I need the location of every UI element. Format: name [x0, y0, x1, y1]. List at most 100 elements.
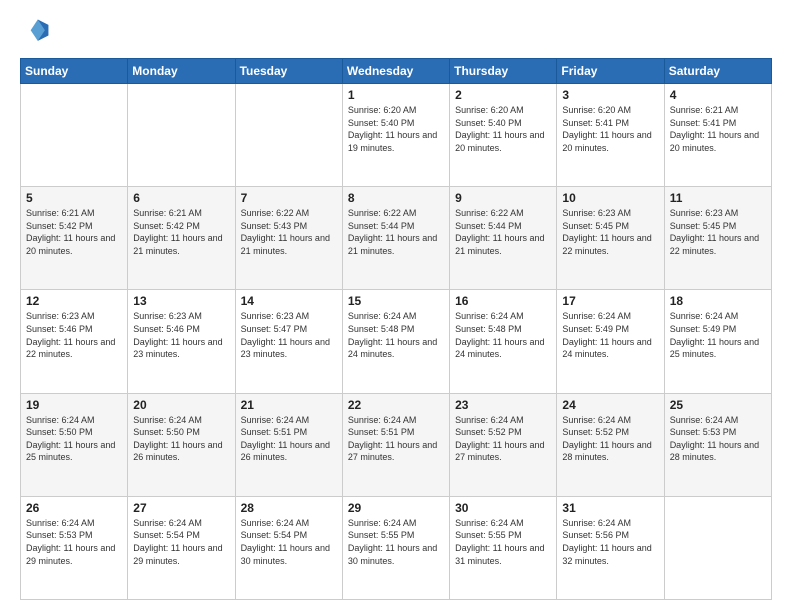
day-number: 18: [670, 294, 766, 308]
day-info: Sunrise: 6:24 AMSunset: 5:48 PMDaylight:…: [348, 310, 444, 360]
day-number: 6: [133, 191, 229, 205]
day-number: 1: [348, 88, 444, 102]
day-info: Sunrise: 6:24 AMSunset: 5:50 PMDaylight:…: [133, 414, 229, 464]
day-info: Sunrise: 6:24 AMSunset: 5:55 PMDaylight:…: [455, 517, 551, 567]
day-info: Sunrise: 6:20 AMSunset: 5:40 PMDaylight:…: [348, 104, 444, 154]
day-number: 19: [26, 398, 122, 412]
day-info: Sunrise: 6:23 AMSunset: 5:46 PMDaylight:…: [133, 310, 229, 360]
page: SundayMondayTuesdayWednesdayThursdayFrid…: [0, 0, 792, 612]
calendar-day-header: Monday: [128, 59, 235, 84]
day-info: Sunrise: 6:24 AMSunset: 5:54 PMDaylight:…: [133, 517, 229, 567]
day-info: Sunrise: 6:24 AMSunset: 5:52 PMDaylight:…: [455, 414, 551, 464]
day-number: 24: [562, 398, 658, 412]
calendar-cell: 25Sunrise: 6:24 AMSunset: 5:53 PMDayligh…: [664, 393, 771, 496]
calendar-cell: 4 Sunrise: 6:21 AMSunset: 5:41 PMDaylight…: [664, 84, 771, 187]
day-number: 7: [241, 191, 337, 205]
calendar-cell: 24 Sunrise: 6:24 AMSunset: 5:52 PMDayligh…: [557, 393, 664, 496]
day-number: 10: [562, 191, 658, 205]
day-number: 12: [26, 294, 122, 308]
day-number: 4: [670, 88, 766, 102]
day-info: Sunrise: 6:21 AMSunset: 5:41 PMDaylight:…: [670, 104, 766, 154]
day-number: 17: [562, 294, 658, 308]
day-number: 3: [562, 88, 658, 102]
day-number: 16: [455, 294, 551, 308]
calendar-day-header: Sunday: [21, 59, 128, 84]
calendar-cell: 9 Sunrise: 6:22 AMSunset: 5:44 PMDaylight…: [450, 187, 557, 290]
calendar-cell: 7 Sunrise: 6:22 AMSunset: 5:43 PMDaylight…: [235, 187, 342, 290]
calendar-cell: 18 Sunrise: 6:24 AMSunset: 5:49 PMDayligh…: [664, 290, 771, 393]
calendar-week-row: 12 Sunrise: 6:23 AMSunset: 5:46 PMDayligh…: [21, 290, 772, 393]
calendar-cell: 22 Sunrise: 6:24 AMSunset: 5:51 PMDayligh…: [342, 393, 449, 496]
day-info: Sunrise: 6:24 AMSunset: 5:50 PMDaylight:…: [26, 414, 122, 464]
day-info: Sunrise: 6:23 AMSunset: 5:45 PMDaylight:…: [670, 207, 766, 257]
calendar-cell: 13 Sunrise: 6:23 AMSunset: 5:46 PMDayligh…: [128, 290, 235, 393]
calendar-cell: 8 Sunrise: 6:22 AMSunset: 5:44 PMDaylight…: [342, 187, 449, 290]
day-info: Sunrise: 6:22 AMSunset: 5:44 PMDaylight:…: [455, 207, 551, 257]
calendar-cell: 23 Sunrise: 6:24 AMSunset: 5:52 PMDayligh…: [450, 393, 557, 496]
day-number: 15: [348, 294, 444, 308]
day-number: 14: [241, 294, 337, 308]
header: [20, 16, 772, 48]
day-number: 20: [133, 398, 229, 412]
day-number: 27: [133, 501, 229, 515]
day-info: Sunrise: 6:23 AMSunset: 5:47 PMDaylight:…: [241, 310, 337, 360]
calendar-cell: 20 Sunrise: 6:24 AMSunset: 5:50 PMDayligh…: [128, 393, 235, 496]
day-number: 8: [348, 191, 444, 205]
day-number: 21: [241, 398, 337, 412]
calendar-week-row: 19 Sunrise: 6:24 AMSunset: 5:50 PMDayligh…: [21, 393, 772, 496]
calendar-week-row: 5 Sunrise: 6:21 AMSunset: 5:42 PMDaylight…: [21, 187, 772, 290]
calendar-cell: 15 Sunrise: 6:24 AMSunset: 5:48 PMDayligh…: [342, 290, 449, 393]
day-info: Sunrise: 6:21 AMSunset: 5:42 PMDaylight:…: [133, 207, 229, 257]
day-number: 31: [562, 501, 658, 515]
day-number: 11: [670, 191, 766, 205]
day-number: 29: [348, 501, 444, 515]
day-number: 5: [26, 191, 122, 205]
calendar-cell: 30 Sunrise: 6:24 AMSunset: 5:55 PMDayligh…: [450, 496, 557, 599]
day-number: 13: [133, 294, 229, 308]
calendar-table: SundayMondayTuesdayWednesdayThursdayFrid…: [20, 58, 772, 600]
calendar-cell: [235, 84, 342, 187]
calendar-cell: 31Sunrise: 6:24 AMSunset: 5:56 PMDayligh…: [557, 496, 664, 599]
day-info: Sunrise: 6:22 AMSunset: 5:43 PMDaylight:…: [241, 207, 337, 257]
day-info: Sunrise: 6:23 AMSunset: 5:45 PMDaylight:…: [562, 207, 658, 257]
calendar-cell: 3 Sunrise: 6:20 AMSunset: 5:41 PMDaylight…: [557, 84, 664, 187]
calendar-day-header: Saturday: [664, 59, 771, 84]
calendar-cell: 5 Sunrise: 6:21 AMSunset: 5:42 PMDaylight…: [21, 187, 128, 290]
day-number: 22: [348, 398, 444, 412]
day-number: 2: [455, 88, 551, 102]
calendar-week-row: 26Sunrise: 6:24 AMSunset: 5:53 PMDayligh…: [21, 496, 772, 599]
calendar-cell: 21Sunrise: 6:24 AMSunset: 5:51 PMDayligh…: [235, 393, 342, 496]
calendar-cell: 27 Sunrise: 6:24 AMSunset: 5:54 PMDayligh…: [128, 496, 235, 599]
calendar-header-row: SundayMondayTuesdayWednesdayThursdayFrid…: [21, 59, 772, 84]
calendar-cell: [128, 84, 235, 187]
day-info: Sunrise: 6:24 AMSunset: 5:49 PMDaylight:…: [670, 310, 766, 360]
calendar-cell: 2Sunrise: 6:20 AMSunset: 5:40 PMDaylight…: [450, 84, 557, 187]
calendar-cell: 17Sunrise: 6:24 AMSunset: 5:49 PMDayligh…: [557, 290, 664, 393]
day-number: 23: [455, 398, 551, 412]
calendar-day-header: Tuesday: [235, 59, 342, 84]
day-info: Sunrise: 6:24 AMSunset: 5:53 PMDaylight:…: [26, 517, 122, 567]
calendar-cell: 19 Sunrise: 6:24 AMSunset: 5:50 PMDayligh…: [21, 393, 128, 496]
day-info: Sunrise: 6:24 AMSunset: 5:52 PMDaylight:…: [562, 414, 658, 464]
calendar-week-row: 1 Sunrise: 6:20 AMSunset: 5:40 PMDaylight…: [21, 84, 772, 187]
calendar-cell: 28Sunrise: 6:24 AMSunset: 5:54 PMDayligh…: [235, 496, 342, 599]
day-info: Sunrise: 6:20 AMSunset: 5:41 PMDaylight:…: [562, 104, 658, 154]
day-number: 28: [241, 501, 337, 515]
day-number: 30: [455, 501, 551, 515]
calendar-cell: 10 Sunrise: 6:23 AMSunset: 5:45 PMDayligh…: [557, 187, 664, 290]
calendar-cell: [664, 496, 771, 599]
calendar-cell: 26Sunrise: 6:24 AMSunset: 5:53 PMDayligh…: [21, 496, 128, 599]
calendar-cell: 14 Sunrise: 6:23 AMSunset: 5:47 PMDayligh…: [235, 290, 342, 393]
day-info: Sunrise: 6:24 AMSunset: 5:48 PMDaylight:…: [455, 310, 551, 360]
calendar-day-header: Friday: [557, 59, 664, 84]
calendar-cell: [21, 84, 128, 187]
day-number: 9: [455, 191, 551, 205]
calendar-day-header: Wednesday: [342, 59, 449, 84]
day-info: Sunrise: 6:24 AMSunset: 5:55 PMDaylight:…: [348, 517, 444, 567]
calendar-cell: 1 Sunrise: 6:20 AMSunset: 5:40 PMDaylight…: [342, 84, 449, 187]
calendar-cell: 6 Sunrise: 6:21 AMSunset: 5:42 PMDaylight…: [128, 187, 235, 290]
day-info: Sunrise: 6:24 AMSunset: 5:51 PMDaylight:…: [348, 414, 444, 464]
day-info: Sunrise: 6:21 AMSunset: 5:42 PMDaylight:…: [26, 207, 122, 257]
calendar-cell: 16 Sunrise: 6:24 AMSunset: 5:48 PMDayligh…: [450, 290, 557, 393]
day-info: Sunrise: 6:22 AMSunset: 5:44 PMDaylight:…: [348, 207, 444, 257]
